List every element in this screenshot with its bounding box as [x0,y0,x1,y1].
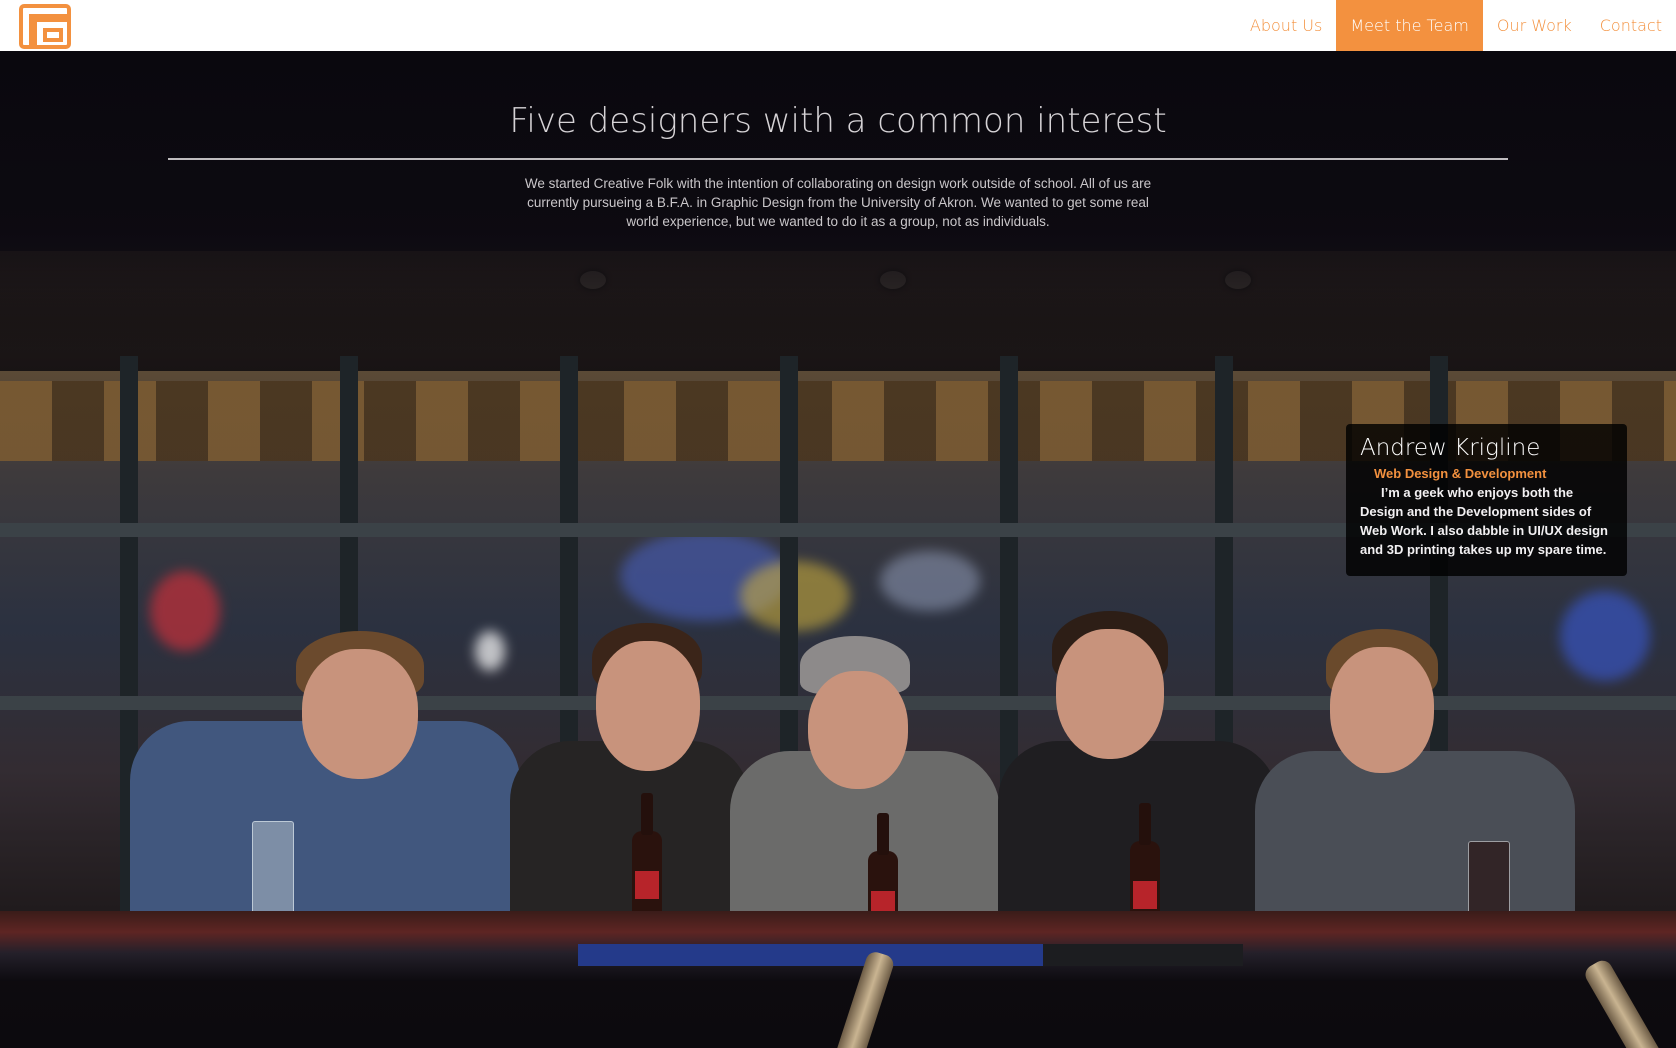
intro-paragraph: We started Creative Folk with the intent… [524,176,1152,229]
face [596,641,700,771]
face [808,671,908,789]
page-title: Five designers with a common interest [509,101,1167,141]
neon-sign [1560,591,1650,681]
title-divider [168,158,1508,160]
face [1056,629,1164,759]
top-navigation-bar: About Us Meet the Team Our Work Contact [0,0,1676,51]
creative-folk-logo-icon[interactable] [19,4,71,49]
tv-screen [880,551,980,611]
member-name: Andrew Krigline [1360,435,1541,461]
nav-our-work[interactable]: Our Work [1483,0,1586,51]
member-bio: I’m a geek who enjoys both the Design an… [1360,485,1609,557]
street-light [475,631,505,671]
main-nav: About Us Meet the Team Our Work Contact [1236,0,1676,51]
nav-about-us[interactable]: About Us [1236,0,1336,51]
neon-sign [150,571,220,651]
member-tooltip: Andrew Krigline Web Design & Development… [1346,424,1627,576]
face [302,649,418,779]
nav-meet-the-team[interactable]: Meet the Team [1336,0,1483,51]
bar-mat [1043,944,1243,966]
nav-contact[interactable]: Contact [1586,0,1676,51]
member-role: Web Design & Development [1374,466,1547,481]
bar-mat [578,944,1043,966]
face [1330,647,1434,773]
